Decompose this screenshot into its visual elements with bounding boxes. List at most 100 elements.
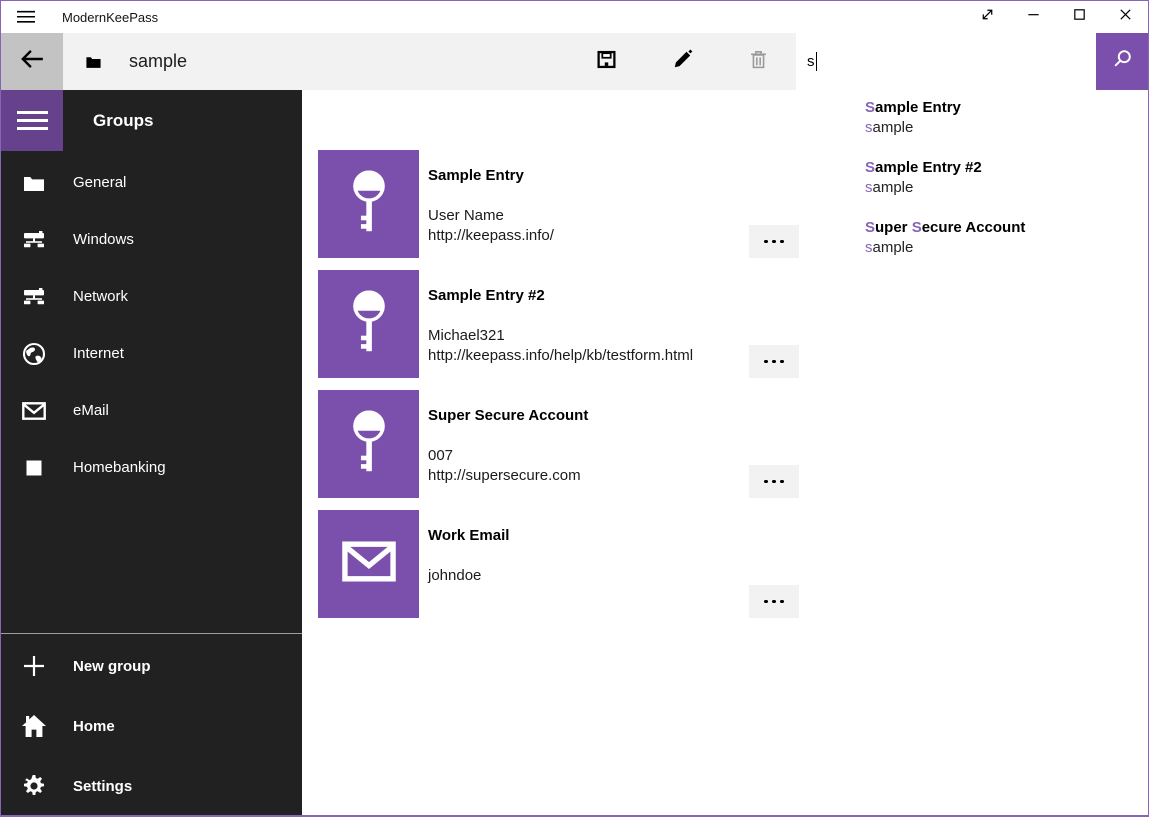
sidebar-item-label: Windows [73, 231, 134, 248]
entry-title: Sample Entry [428, 166, 554, 185]
entry-row-sample-entry[interactable]: Sample Entry User Namehttp://keepass.info… [318, 150, 799, 258]
sidebar-item-label: Homebanking [73, 459, 166, 476]
network-icon [21, 284, 47, 310]
suggestion-title: Sample Entry #2 [865, 158, 1140, 177]
sidebar-item-label: Network [73, 288, 128, 305]
app-window: ModernKeePass sample s Groups [0, 0, 1149, 817]
titlebar-hamburger-icon[interactable] [17, 10, 35, 24]
back-arrow-icon [19, 46, 45, 77]
search-input[interactable]: s [796, 33, 1096, 90]
entry-detail-line: http://keepass.info/help/kb/testform.htm… [428, 346, 693, 366]
delete-button [720, 33, 796, 90]
globe-icon [21, 341, 47, 367]
entry-text: Sample Entry #2 Michael321http://keepass.… [428, 270, 693, 378]
sidebar-item-general[interactable]: General [1, 154, 302, 211]
search-suggestions: Sample EntrysampleSample Entry #2sampleS… [865, 98, 1140, 278]
database-folder-icon [85, 54, 102, 69]
entry-detail-line: http://keepass.info/ [428, 226, 554, 246]
entry-title: Work Email [428, 526, 509, 545]
appbar-actions [568, 33, 796, 90]
entry-detail-line: johndoe [428, 566, 509, 586]
sidebar-item-home[interactable]: Home [1, 696, 302, 756]
back-button[interactable] [1, 33, 63, 90]
group-list: General Windows Network Internet eMail Homeba… [1, 154, 302, 496]
more-button[interactable] [749, 345, 799, 378]
entry-text: Work Email johndoe [428, 510, 509, 618]
fullscreen-icon [980, 7, 995, 27]
gear-icon [21, 773, 47, 799]
pencil-icon [672, 49, 693, 75]
window-controls [964, 1, 1148, 33]
folder-icon [21, 170, 47, 196]
search-icon [1111, 48, 1133, 75]
sidebar-item-label: Home [73, 718, 115, 735]
more-button[interactable] [749, 465, 799, 498]
suggestion-title: Sample Entry [865, 98, 1140, 117]
sidebar-item-label: Settings [73, 778, 132, 795]
entry-detail-line: http://supersecure.com [428, 466, 588, 486]
entry-row-super-secure-account[interactable]: Super Secure Account007http://supersecur… [318, 390, 799, 498]
entry-tile[interactable] [318, 270, 419, 378]
plus-icon [21, 653, 47, 679]
nav-toggle-button[interactable] [1, 90, 63, 151]
sidebar-item-homebanking[interactable]: Homebanking [1, 439, 302, 496]
search-query-text: s [807, 53, 815, 70]
close-button[interactable] [1102, 1, 1148, 33]
sidebar-item-label: General [73, 174, 126, 191]
entry-row-sample-entry-2[interactable]: Sample Entry #2 Michael321http://keepass.… [318, 270, 799, 378]
key-icon [346, 407, 392, 481]
sidebar-item-label: eMail [73, 402, 109, 419]
more-button[interactable] [749, 585, 799, 618]
entry-text: Super Secure Account007http://supersecur… [428, 390, 588, 498]
envelope-icon [342, 541, 396, 587]
sidebar-item-new-group[interactable]: New group [1, 636, 302, 696]
entry-row-work-email[interactable]: Work Email johndoe [318, 510, 799, 618]
hamburger-icon [17, 111, 48, 114]
sidebar-item-email[interactable]: eMail [1, 382, 302, 439]
entry-detail-line: Michael321 [428, 326, 693, 346]
entry-tile[interactable] [318, 510, 419, 618]
square-icon [21, 455, 47, 481]
appbar: sample s [1, 33, 1148, 90]
key-icon [346, 167, 392, 241]
entry-detail-line: User Name [428, 206, 554, 226]
sidebar: Groups General Windows Network Internet eMai… [1, 90, 302, 815]
groups-heading: Groups [93, 111, 153, 131]
search-suggestion[interactable]: Sample Entrysample [865, 98, 1140, 158]
minimize-icon [1026, 7, 1041, 27]
sidebar-item-internet[interactable]: Internet [1, 325, 302, 382]
entry-tile[interactable] [318, 150, 419, 258]
content: Groups General Windows Network Internet eMai… [1, 90, 1148, 815]
maximize-icon [1072, 7, 1087, 27]
entry-title: Sample Entry #2 [428, 286, 693, 305]
database-title: sample [129, 51, 187, 72]
more-icon [764, 480, 768, 484]
sidebar-item-windows[interactable]: Windows [1, 211, 302, 268]
suggestion-subtitle: sample [865, 238, 1140, 258]
save-icon [596, 49, 617, 75]
maximize-button[interactable] [1056, 1, 1102, 33]
sidebar-item-settings[interactable]: Settings [1, 756, 302, 815]
suggestion-subtitle: sample [865, 118, 1140, 138]
entry-text: Sample Entry User Namehttp://keepass.info… [428, 150, 554, 258]
fullscreen-button[interactable] [964, 1, 1010, 33]
minimize-button[interactable] [1010, 1, 1056, 33]
close-icon [1118, 7, 1133, 27]
suggestion-title: Super Secure Account [865, 218, 1140, 237]
search-suggestion[interactable]: Sample Entry #2sample [865, 158, 1140, 218]
more-button[interactable] [749, 225, 799, 258]
save-button[interactable] [568, 33, 644, 90]
edit-button[interactable] [644, 33, 720, 90]
entry-tile[interactable] [318, 390, 419, 498]
search-suggestion[interactable]: Super Secure Accountsample [865, 218, 1140, 278]
sidebar-footer-list: New group Home Settings [1, 636, 302, 815]
entry-panel: Sample EntryUser Namehttp://keepass.info… [302, 90, 1148, 815]
search-button[interactable] [1096, 33, 1148, 90]
sidebar-item-label: New group [73, 658, 151, 675]
more-icon [764, 240, 768, 244]
sidebar-item-network[interactable]: Network [1, 268, 302, 325]
entry-list: Sample EntryUser Namehttp://keepass.info… [318, 150, 799, 630]
entry-detail-line: 007 [428, 446, 588, 466]
trash-icon [748, 49, 769, 75]
more-icon [764, 600, 768, 604]
